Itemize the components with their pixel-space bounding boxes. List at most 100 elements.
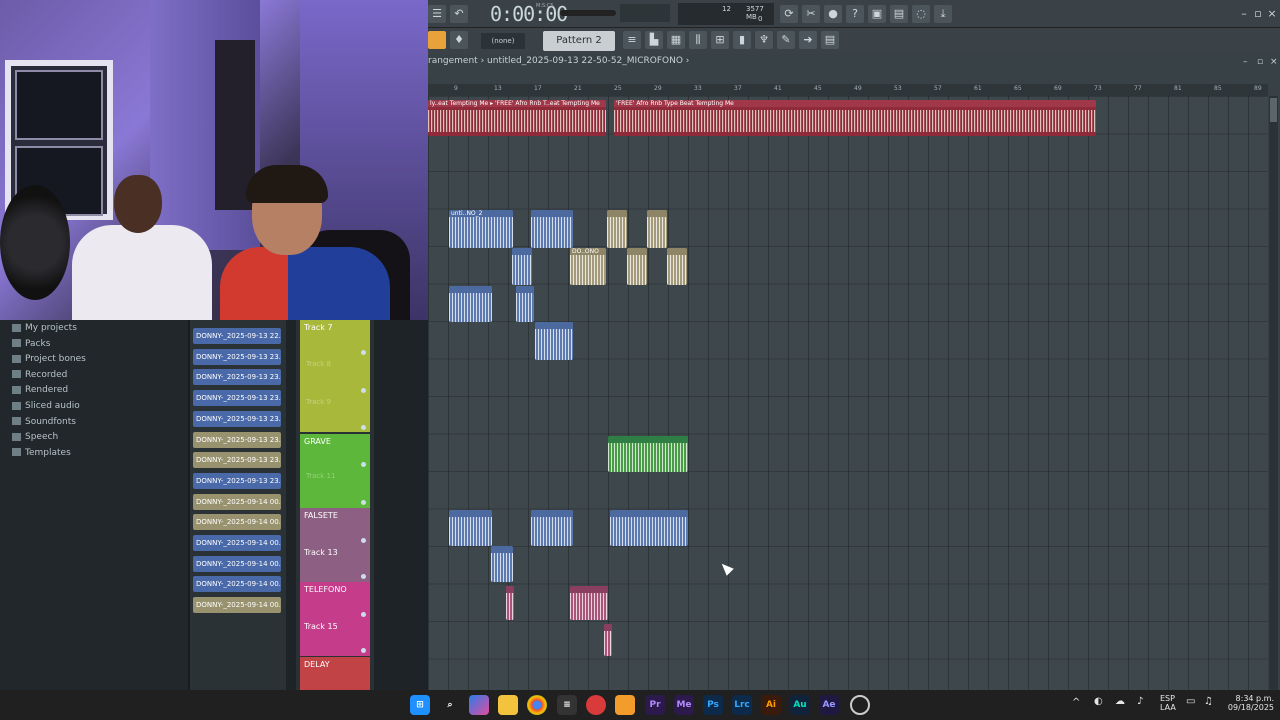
download-icon[interactable]: ⤓ [934, 5, 952, 23]
browser-item[interactable]: Project bones [12, 352, 86, 366]
audio-clip[interactable] [531, 510, 573, 546]
track-header-7[interactable]: Track 7 Track 8 Track 9 [300, 320, 370, 432]
track-header-delay[interactable]: DELAY [300, 657, 370, 690]
channel-button[interactable]: DONNY-_2025-09-13 23... [193, 369, 281, 386]
maximize-icon[interactable]: ▫ [1252, 5, 1264, 23]
arrangement-grid[interactable]: ly..eat Tempting Me ▸ 'FREE' Afro Rnb T.… [428, 96, 1268, 690]
track-header-telefono[interactable]: TELEFONO Track 15 [300, 582, 370, 656]
minimize-icon[interactable]: – [1238, 5, 1250, 23]
arrow-icon[interactable]: ➜ [799, 31, 817, 49]
file-explorer-icon[interactable] [498, 695, 518, 715]
pl-minimize-icon[interactable]: – [1243, 57, 1248, 67]
browser-item[interactable]: Templates [12, 446, 71, 460]
close-icon[interactable]: × [1266, 5, 1278, 23]
audio-clip[interactable] [607, 210, 627, 248]
vertical-scrollbar[interactable] [1269, 96, 1278, 690]
network-icon[interactable]: ▭ [1186, 696, 1195, 707]
stamp-icon[interactable]: ♦ [450, 31, 468, 49]
audio-clip[interactable]: ly..eat Tempting Me ▸ 'FREE' Afro Rnb T.… [428, 100, 606, 136]
audio-clip[interactable] [506, 586, 514, 620]
pattern-selector[interactable]: Pattern 2 [543, 31, 615, 51]
audio-clip[interactable] [449, 286, 492, 322]
cloud-icon[interactable]: ☁ [1115, 696, 1125, 707]
refresh-icon[interactable]: ⟳ [780, 5, 798, 23]
timeline-ruler[interactable]: 9 13 17 21 25 29 33 37 41 45 49 53 57 61 65 69 73 77 81 85 8… [428, 84, 1268, 96]
app-icon[interactable]: ≡ [557, 695, 577, 715]
browser-item[interactable]: Packs [12, 337, 50, 351]
audio-clip[interactable]: unti..NO_2 [449, 210, 513, 248]
audio-clip[interactable] [531, 210, 573, 248]
master-pitch-slider[interactable] [620, 4, 670, 22]
channel-button[interactable]: DONNY-_2025-09-13 23... [193, 348, 281, 365]
none-selector[interactable]: (none) [481, 33, 525, 49]
audio-clip[interactable]: DO..ONO [570, 248, 606, 285]
mixer-icon[interactable]: ⫼ [689, 31, 707, 49]
audio-clip[interactable] [667, 248, 687, 285]
audio-clip[interactable] [570, 586, 608, 620]
language-indicator[interactable]: ESP LAA [1160, 694, 1176, 712]
audio-clip[interactable] [449, 510, 492, 546]
browser-icon[interactable]: ⊞ [711, 31, 729, 49]
undo-button[interactable]: ↶ [450, 5, 468, 23]
playlist-icon[interactable]: ≡ [623, 31, 641, 49]
pl-close-icon[interactable]: × [1270, 57, 1278, 67]
browser-item[interactable]: Speech [12, 430, 58, 444]
audio-clip[interactable] [627, 248, 647, 285]
file-icon[interactable]: ▮ [733, 31, 751, 49]
link-button[interactable] [428, 31, 446, 49]
channel-rack-icon[interactable]: ▦ [667, 31, 685, 49]
fl-studio-icon[interactable] [615, 695, 635, 715]
adobe-app-icon[interactable]: Ps [703, 695, 723, 715]
windows-start-icon[interactable]: ⊞ [410, 695, 430, 715]
audio-clip[interactable] [535, 322, 573, 360]
adobe-app-icon[interactable]: Ai [761, 695, 781, 715]
channel-button[interactable]: DONNY-_2025-09-14 00... [193, 514, 281, 531]
adobe-app-icon[interactable]: Au [790, 695, 810, 715]
channel-button[interactable]: DONNY-_2025-09-13 23... [193, 452, 281, 469]
browser-item[interactable]: Soundfonts [12, 415, 76, 429]
browser-item[interactable]: Sliced audio [12, 399, 80, 413]
channel-button[interactable]: DONNY-_2025-09-14 00... [193, 493, 281, 510]
audio-clip[interactable] [604, 624, 612, 656]
channel-button[interactable]: DONNY-_2025-09-14 00... [193, 535, 281, 551]
save-icon[interactable]: ▣ [868, 5, 886, 23]
chrome-icon[interactable] [527, 695, 547, 715]
audio-clip[interactable]: 'FREE' Afro Rnb Type Beat Tempting Me [614, 100, 1096, 136]
channel-button[interactable]: DONNY-_2025-09-13 22... [193, 328, 281, 344]
browser-item[interactable]: Recorded [12, 368, 67, 382]
track-header-falsete[interactable]: FALSETE Track 13 [300, 508, 370, 582]
search-icon[interactable]: ⌕ [440, 695, 460, 715]
help-icon[interactable]: ? [846, 5, 864, 23]
time-display[interactable]: 0:00:00 [490, 2, 568, 26]
channel-button[interactable]: DONNY-_2025-09-14 00... [193, 555, 281, 572]
audio-clip[interactable] [647, 210, 667, 248]
piano-roll-icon[interactable]: ▙ [645, 31, 663, 49]
plugin-icon[interactable]: ♆ [755, 31, 773, 49]
pl-maximize-icon[interactable]: ▫ [1257, 57, 1263, 67]
mic-icon[interactable]: ● [824, 5, 842, 23]
adobe-app-icon[interactable]: Me [674, 695, 694, 715]
copilot-icon[interactable] [469, 695, 489, 715]
adobe-app-icon[interactable]: Lrc [732, 695, 752, 715]
adobe-app-icon[interactable]: Pr [645, 695, 665, 715]
capcut-icon[interactable] [586, 695, 606, 715]
browser-item[interactable]: Rendered [12, 383, 68, 397]
tool-icon[interactable]: ✎ [777, 31, 795, 49]
audio-clip[interactable] [491, 546, 513, 582]
note-icon[interactable]: ▤ [821, 31, 839, 49]
adobe-app-icon[interactable]: Ae [819, 695, 839, 715]
channel-button[interactable]: DONNY-_2025-09-14 00... [193, 576, 281, 593]
cut-icon[interactable]: ✂ [802, 5, 820, 23]
fl-menu-button[interactable]: ☰ [428, 5, 446, 23]
chat-icon[interactable]: ◌ [912, 5, 930, 23]
audio-clip[interactable] [610, 510, 688, 546]
channel-button[interactable]: DONNY-_2025-09-13 23... [193, 410, 281, 427]
chevron-up-icon[interactable]: ^ [1072, 697, 1080, 708]
master-volume-slider[interactable] [560, 10, 616, 16]
tray-app-icon[interactable]: ◐ [1094, 696, 1103, 707]
audio-clip[interactable] [608, 436, 688, 472]
audio-clip[interactable] [516, 286, 534, 322]
creative-cloud-icon[interactable] [850, 695, 870, 715]
export-icon[interactable]: ▤ [890, 5, 908, 23]
channel-button[interactable]: DONNY-_2025-09-14 00... [193, 597, 281, 614]
